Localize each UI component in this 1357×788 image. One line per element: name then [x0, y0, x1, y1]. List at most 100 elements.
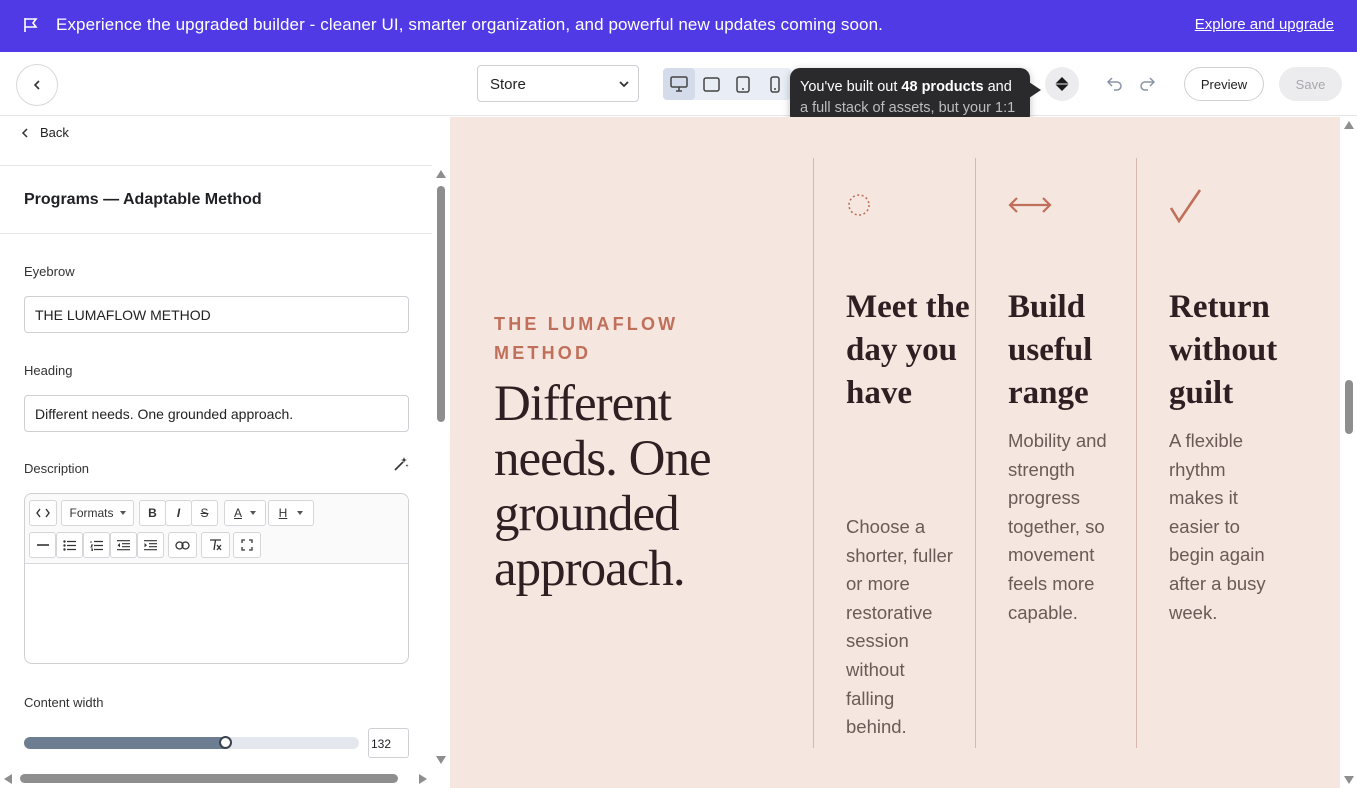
slider-handle[interactable] — [219, 736, 232, 749]
back-button[interactable] — [16, 64, 58, 106]
outdent-icon — [117, 539, 130, 550]
column-description: Choose a shorter, fuller or more restora… — [846, 516, 953, 738]
caret-down-icon — [250, 511, 256, 515]
eyebrow-label: Eyebrow — [24, 264, 75, 279]
banner-message: Experience the upgraded builder - cleane… — [56, 15, 883, 34]
text-color-icon: A — [233, 506, 242, 520]
divider — [0, 165, 432, 166]
clear-format-button[interactable] — [201, 532, 230, 558]
outdent-button[interactable] — [110, 532, 137, 558]
highlight-icon: H — [278, 506, 288, 520]
tooltip-line-1: You've built out 48 products and — [800, 77, 1020, 98]
page-select-value: Store — [490, 76, 526, 93]
tooltip-arrow — [1029, 82, 1041, 98]
column-title: Return without guilt — [1169, 289, 1278, 411]
italic-icon: I — [176, 506, 181, 520]
highlight-button[interactable]: H — [268, 500, 314, 526]
section-title: Programs — Adaptable Method — [24, 191, 262, 208]
link-button[interactable] — [168, 532, 197, 558]
clear-format-icon — [210, 539, 222, 551]
formats-dropdown[interactable]: Formats — [61, 500, 134, 526]
panel-vertical-scrollbar[interactable] — [434, 170, 448, 764]
flag-icon — [24, 18, 38, 32]
description-label: Description — [24, 461, 90, 476]
content-width-input[interactable]: 132 — [368, 728, 409, 758]
column-title: Build useful range — [1008, 289, 1093, 411]
panel-horizontal-scrollbar[interactable] — [0, 768, 432, 788]
dotted-circle-icon — [848, 194, 870, 216]
panel-back-link[interactable]: Back — [20, 125, 69, 140]
bold-icon: B — [148, 506, 157, 520]
text-color-button[interactable]: A — [224, 500, 266, 526]
magic-wand-icon[interactable] — [392, 455, 410, 473]
link-icon — [175, 540, 190, 550]
chevron-left-icon — [21, 127, 28, 138]
numbered-list-button[interactable] — [83, 532, 110, 558]
formats-label: Formats — [69, 506, 114, 520]
bullet-list-button[interactable] — [56, 532, 83, 558]
laptop-view-button[interactable] — [695, 68, 727, 100]
slider-fill — [24, 737, 231, 749]
caret-down-icon — [297, 511, 304, 515]
method-column: Build useful range Mobility and strength… — [975, 158, 1137, 748]
preview-canvas: THE LUMAFLOW METHOD Different needs. One… — [450, 117, 1340, 788]
desktop-view-button[interactable] — [663, 68, 695, 100]
diamond-sparkle-icon — [1055, 77, 1069, 91]
fullscreen-button[interactable] — [233, 532, 261, 558]
fullscreen-icon — [241, 539, 253, 551]
mobile-icon — [770, 75, 780, 93]
announcement-banner: Experience the upgraded builder - cleane… — [0, 0, 1357, 52]
bullet-list-icon — [63, 539, 76, 551]
scrollbar-thumb[interactable] — [437, 186, 445, 422]
tablet-view-button[interactable] — [727, 68, 759, 100]
code-icon — [36, 508, 50, 518]
save-button[interactable]: Save — [1279, 67, 1342, 101]
scrollbar-thumb[interactable] — [1345, 380, 1353, 434]
editor-toolbar: Formats B I S A H — [25, 494, 408, 564]
checkmark-icon — [1169, 189, 1202, 224]
preview-button[interactable]: Preview — [1184, 67, 1264, 101]
italic-button[interactable]: I — [165, 500, 192, 526]
heading-label: Heading — [24, 363, 73, 378]
scroll-right-arrow-icon — [419, 774, 427, 784]
content-width-slider[interactable] — [24, 736, 359, 749]
canvas-scrollbar[interactable] — [1341, 117, 1357, 788]
page-select[interactable]: Store — [477, 65, 639, 102]
ai-assistant-button[interactable] — [1045, 67, 1079, 101]
code-view-button[interactable] — [29, 500, 57, 526]
tablet-landscape-icon — [702, 76, 720, 92]
desktop-icon — [670, 76, 688, 92]
section-eyebrow: THE LUMAFLOW METHOD — [494, 314, 679, 363]
scroll-up-arrow-icon — [1344, 121, 1354, 129]
mobile-view-button[interactable] — [759, 68, 791, 100]
device-switcher — [663, 68, 791, 100]
strikethrough-icon: S — [200, 506, 209, 520]
tooltip-text: You've built out — [800, 79, 902, 95]
redo-icon[interactable] — [1137, 74, 1157, 94]
horizontal-line-icon — [36, 544, 49, 546]
content-width-label: Content width — [24, 695, 104, 710]
column-description: Mobility and strength progress together,… — [1008, 430, 1107, 623]
tooltip-line-2: a full stack of assets, but your 1:1 — [800, 100, 1016, 116]
scroll-down-arrow-icon — [1344, 776, 1354, 784]
bold-button[interactable]: B — [139, 500, 166, 526]
horizontal-rule-button[interactable] — [29, 532, 56, 558]
scroll-left-arrow-icon — [4, 774, 12, 784]
tooltip-text-end: and — [983, 79, 1012, 95]
heading-input[interactable]: Different needs. One grounded approach. — [24, 395, 409, 432]
panel-back-label: Back — [40, 125, 69, 140]
numbered-list-icon — [90, 540, 103, 551]
explore-upgrade-link[interactable]: Explore and upgrade — [1195, 16, 1334, 33]
caret-down-icon — [119, 511, 126, 515]
method-column: Meet the day you have Choose a shorter, … — [813, 158, 975, 748]
divider — [0, 233, 432, 234]
scrollbar-thumb[interactable] — [20, 774, 398, 783]
scroll-up-arrow-icon — [436, 170, 446, 178]
indent-button[interactable] — [137, 532, 164, 558]
undo-icon[interactable] — [1105, 74, 1125, 94]
eyebrow-input[interactable]: THE LUMAFLOW METHOD — [24, 296, 409, 333]
strikethrough-button[interactable]: S — [191, 500, 218, 526]
settings-panel: Back Programs — Adaptable Method Eyebrow… — [0, 116, 450, 788]
chevron-left-icon — [33, 80, 40, 90]
method-column: Return without guilt A flexible rhythm m… — [1136, 158, 1298, 748]
